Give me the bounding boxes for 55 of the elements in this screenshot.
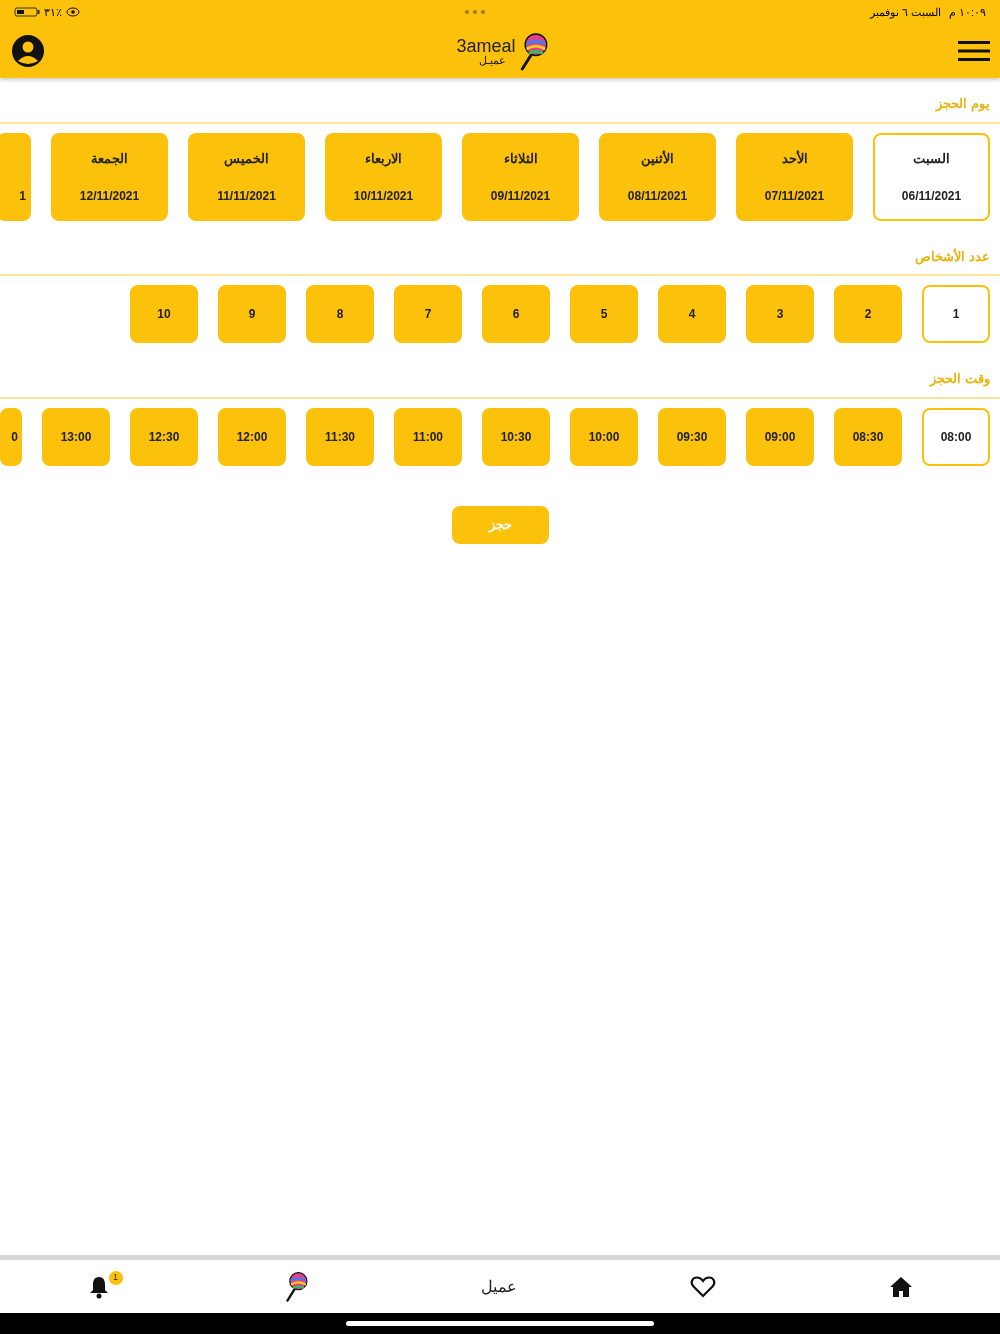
people-option[interactable]: 10 <box>130 285 198 343</box>
heart-icon[interactable] <box>690 1274 717 1299</box>
lollipop-icon <box>283 1270 308 1303</box>
people-option[interactable]: 8 <box>306 285 374 343</box>
time-option[interactable]: 13:00 <box>42 407 110 466</box>
day-date: 08/11/2021 <box>627 187 688 205</box>
profile-icon[interactable] <box>10 33 46 69</box>
section-label: عدد الأشخاص <box>915 247 990 266</box>
time-option[interactable]: 10:00 <box>570 407 638 466</box>
people-option[interactable]: 6 <box>482 285 550 343</box>
day-name: الاربعاء <box>365 149 402 168</box>
time-option[interactable]: 08:00 <box>922 407 990 466</box>
time-option[interactable]: 11:30 <box>306 407 374 466</box>
people-option[interactable]: 9 <box>218 285 286 343</box>
notification-badge: 1 <box>108 1270 123 1285</box>
status-date: السبت ٦ نوفمبر <box>869 4 941 21</box>
day-name: الجمعة <box>91 149 128 168</box>
home-icon[interactable] <box>889 1275 914 1298</box>
time-option[interactable]: 09:00 <box>746 407 814 466</box>
battery-icon <box>14 7 40 17</box>
people-option[interactable]: 1 <box>922 285 990 343</box>
people-option[interactable]: 2 <box>834 285 902 343</box>
day-date: 09/11/2021 <box>490 187 551 205</box>
day-date: 07/11/2021 <box>764 187 825 205</box>
day-name: الثلاثاء <box>503 149 538 168</box>
eye-icon <box>66 7 80 17</box>
day-name: الخميس <box>224 149 269 168</box>
time-option[interactable]: 08:30 <box>834 407 902 466</box>
day-name: الأثنين <box>641 149 674 168</box>
people-option[interactable]: 7 <box>394 285 462 343</box>
day-date: 10/11/2021 <box>353 187 414 205</box>
app-name-text[interactable]: عميل <box>480 1274 517 1299</box>
day-name: السبت <box>913 149 950 168</box>
status-time: ١٠:٠٩ م <box>948 4 986 21</box>
logo-text: 3ameal <box>456 36 516 55</box>
more-dots-icon <box>463 9 486 15</box>
day-card[interactable]: 1 <box>0 132 31 221</box>
time-option[interactable]: 12:30 <box>130 407 198 466</box>
day-date: 06/11/2021 <box>901 187 962 205</box>
section-label: يوم الحجز <box>936 95 990 114</box>
time-option[interactable]: 09:30 <box>658 407 726 466</box>
time-option[interactable]: 10:30 <box>482 407 550 466</box>
section-label: وقت الحجز <box>930 370 990 389</box>
day-date: 11/11/2021 <box>217 187 276 205</box>
battery-percent: ٣١٪ <box>44 4 62 20</box>
people-option[interactable]: 3 <box>746 285 814 343</box>
time-option[interactable]: 12:00 <box>218 407 286 466</box>
logo-arabic-text: عميـل <box>478 54 507 66</box>
time-option[interactable]: 11:00 <box>394 407 462 466</box>
menu-icon[interactable] <box>958 39 990 63</box>
people-option[interactable]: 4 <box>658 285 726 343</box>
day-date: 12/11/2021 <box>79 187 140 205</box>
time-option[interactable]: 0 <box>0 407 22 466</box>
people-option[interactable]: 5 <box>570 285 638 343</box>
day-name: الأحد <box>781 149 808 168</box>
